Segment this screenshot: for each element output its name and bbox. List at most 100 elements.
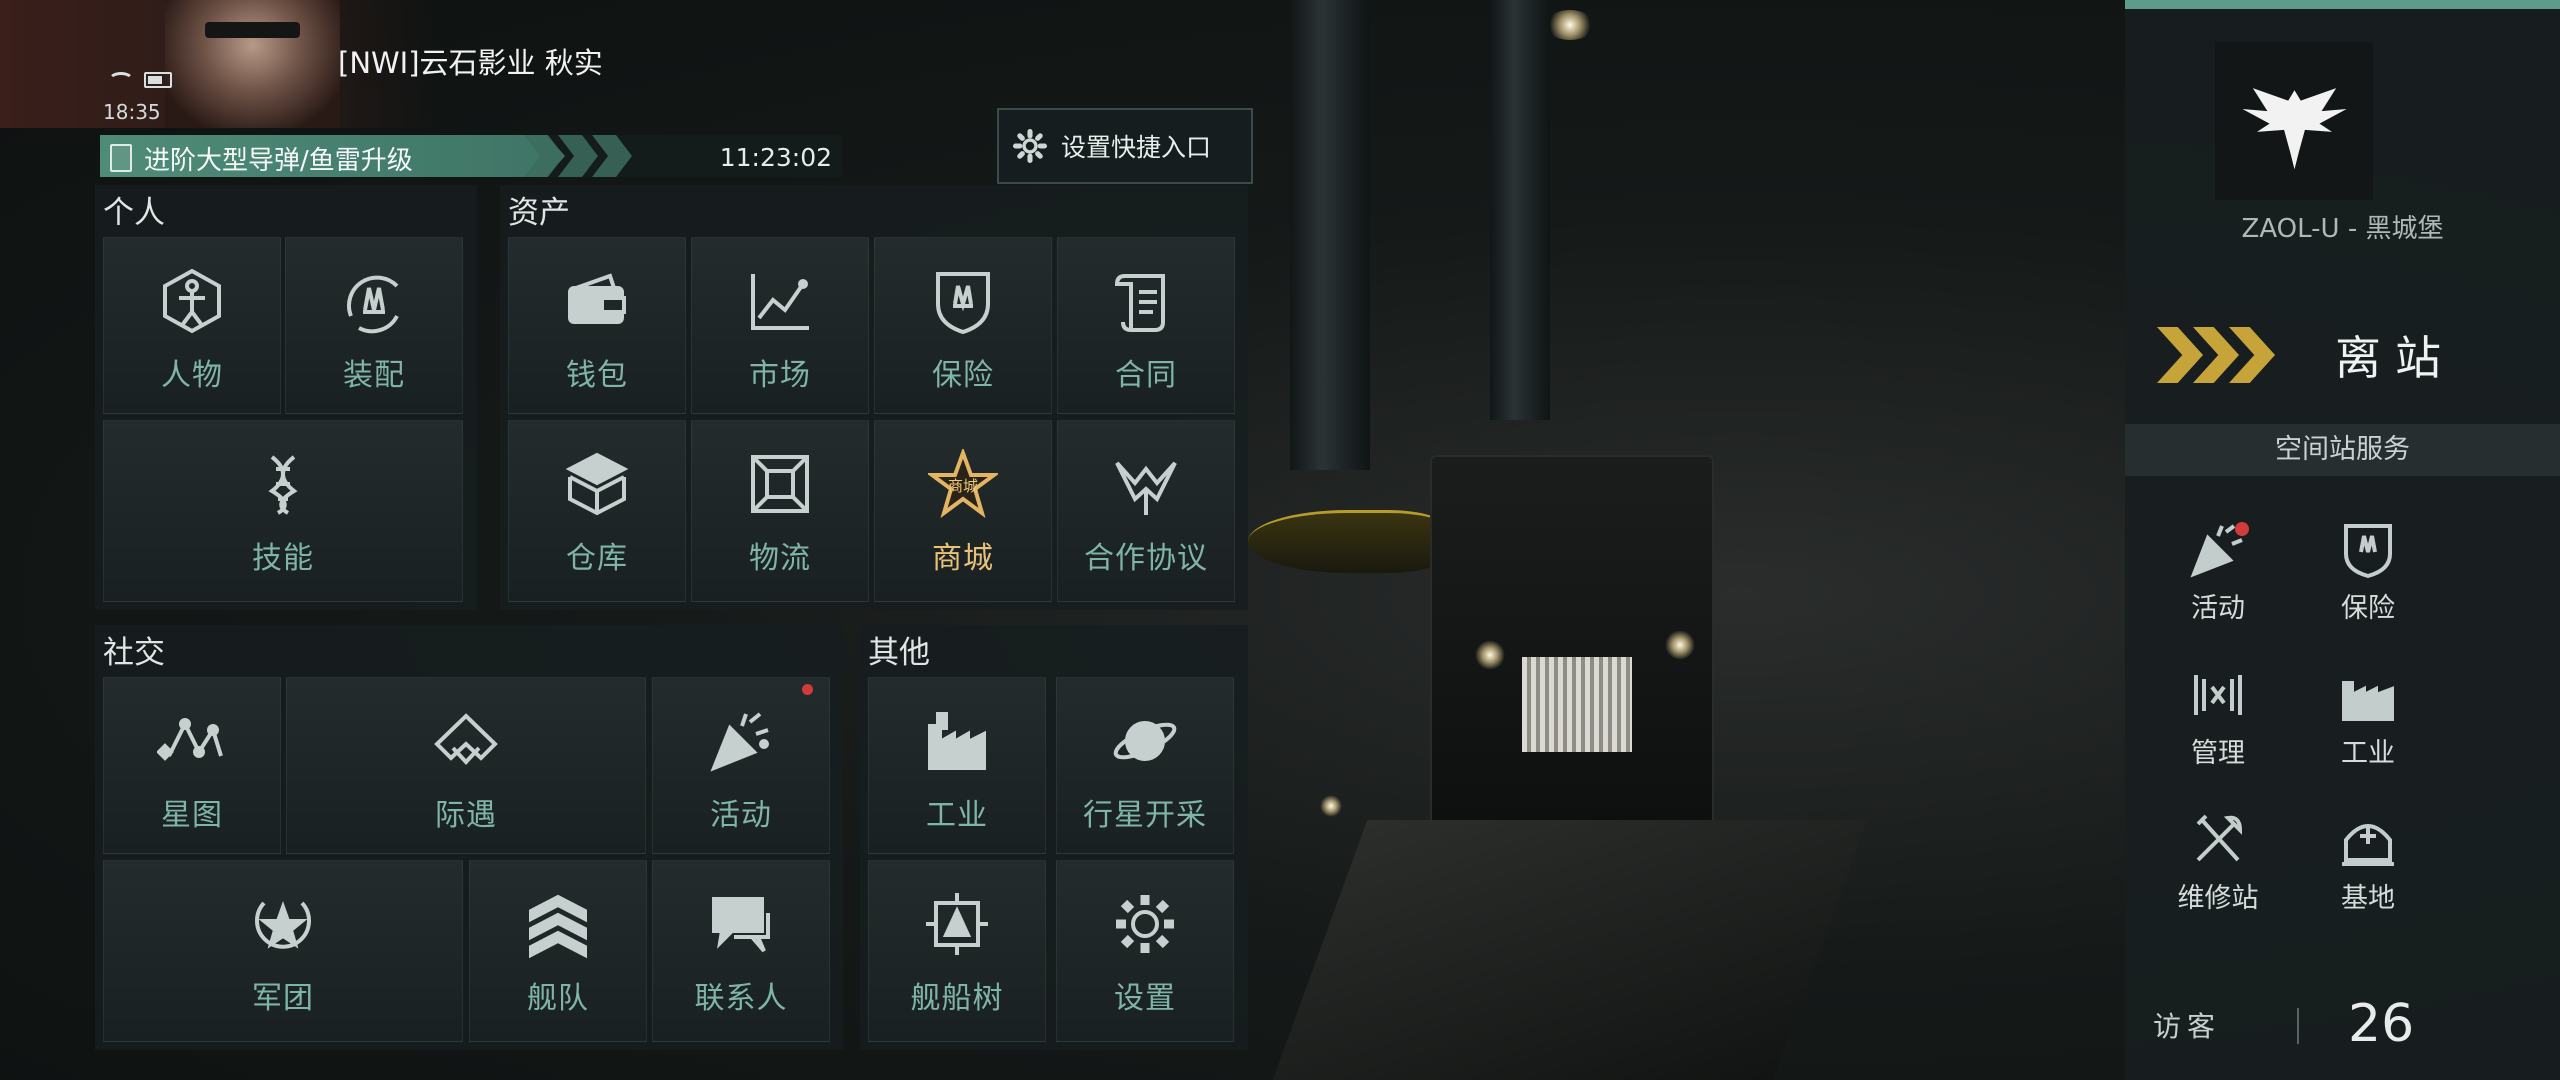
tile-label: 星图 bbox=[161, 798, 223, 833]
social-title: 社交 bbox=[103, 635, 165, 671]
status-icons bbox=[108, 72, 172, 89]
fleet-chevrons-icon bbox=[529, 894, 587, 959]
undock-button[interactable]: 离站 bbox=[2125, 300, 2560, 410]
service-insurance[interactable]: 保险 bbox=[2293, 520, 2443, 625]
corporation-logo[interactable] bbox=[2215, 42, 2373, 200]
quest-title: 进阶大型导弹/鱼雷升级 bbox=[144, 146, 413, 176]
hangar-pillar bbox=[1490, 0, 1550, 420]
personal-panel: 个人 人物 装配 技能 bbox=[95, 185, 477, 610]
assets-title: 资产 bbox=[508, 195, 570, 231]
management-icon bbox=[2194, 675, 2242, 715]
tile-label: 设置 bbox=[1114, 981, 1176, 1016]
tile-label: 工业 bbox=[926, 798, 988, 833]
tile-label: 联系人 bbox=[694, 981, 788, 1016]
tile-planetary[interactable]: 行星开采 bbox=[1056, 677, 1234, 854]
player-name[interactable]: [NWI]云石影业 秋实 bbox=[338, 40, 603, 82]
tile-character[interactable]: 人物 bbox=[103, 237, 281, 414]
tile-insurance[interactable]: 保险 bbox=[874, 237, 1052, 414]
service-management[interactable]: 管理 bbox=[2143, 665, 2293, 770]
tile-skills[interactable]: 技能 bbox=[103, 420, 463, 602]
tile-corporation[interactable]: 军团 bbox=[103, 860, 463, 1042]
tile-settings[interactable]: 设置 bbox=[1056, 860, 1234, 1042]
tile-encounters[interactable]: 际遇 bbox=[286, 677, 646, 854]
visitor-count: 26 bbox=[2348, 994, 2415, 1054]
service-industry[interactable]: 工业 bbox=[2293, 665, 2443, 770]
tile-fleet[interactable]: 舰队 bbox=[469, 860, 647, 1042]
gear-icon bbox=[1013, 129, 1047, 163]
undock-label: 离站 bbox=[2335, 331, 2455, 385]
tile-wallet[interactable]: 钱包 bbox=[508, 237, 686, 414]
hangar-light bbox=[1545, 10, 1595, 40]
tile-store[interactable]: 商城 商城 bbox=[874, 420, 1052, 602]
tile-label: 装配 bbox=[343, 358, 405, 393]
hangar-light bbox=[1665, 630, 1695, 660]
tile-market[interactable]: 市场 bbox=[691, 237, 869, 414]
tile-cooperation[interactable]: 合作协议 bbox=[1057, 420, 1235, 602]
tile-contracts[interactable]: 合同 bbox=[1057, 237, 1235, 414]
hangar-light bbox=[1320, 795, 1342, 817]
quest-tracker[interactable]: 进阶大型导弹/鱼雷升级 11:23:02 bbox=[100, 135, 842, 177]
document-icon bbox=[110, 144, 132, 172]
tile-industry[interactable]: 工业 bbox=[868, 677, 1046, 854]
tile-label: 保险 bbox=[932, 358, 994, 393]
service-events[interactable]: 活动 bbox=[2143, 520, 2293, 625]
other-title: 其他 bbox=[868, 635, 930, 671]
tile-label: 人物 bbox=[161, 358, 223, 393]
station-name: ZAOL-U - 黑城堡 bbox=[2241, 214, 2444, 244]
tile-label: 钱包 bbox=[566, 358, 628, 393]
station-window bbox=[1522, 657, 1632, 752]
insurance-shield-icon bbox=[2344, 524, 2392, 579]
divider bbox=[2297, 1008, 2299, 1044]
avatar-glasses bbox=[205, 22, 300, 38]
service-base[interactable]: 基地 bbox=[2293, 810, 2443, 915]
eagle-emblem-icon bbox=[2241, 87, 2347, 169]
inventory-box-icon bbox=[565, 452, 629, 516]
fitting-icon bbox=[347, 275, 399, 334]
notification-dot bbox=[802, 684, 813, 695]
factory-icon bbox=[928, 712, 986, 770]
starmap-icon bbox=[157, 718, 223, 761]
character-icon bbox=[163, 268, 221, 334]
service-label: 保险 bbox=[2341, 593, 2395, 624]
tile-logistics[interactable]: 物流 bbox=[691, 420, 869, 602]
service-label: 管理 bbox=[2191, 738, 2245, 769]
tile-events[interactable]: 活动 bbox=[652, 677, 830, 854]
cooperation-wings-icon bbox=[1115, 461, 1177, 515]
sidebar-accent bbox=[2125, 0, 2560, 9]
market-chart-icon bbox=[751, 274, 809, 330]
insurance-shield-icon bbox=[936, 272, 990, 335]
quest-chevrons bbox=[524, 135, 660, 177]
other-panel: 其他 工业 行星开采 舰船树 设置 bbox=[860, 625, 1248, 1050]
chat-bubbles-icon bbox=[712, 897, 770, 953]
personal-title: 个人 bbox=[103, 195, 165, 231]
visitor-label: 访客 bbox=[2153, 1010, 2222, 1043]
tile-label: 技能 bbox=[252, 541, 314, 576]
hangar-light bbox=[1475, 640, 1505, 670]
skills-icon bbox=[268, 455, 298, 515]
base-dome-icon bbox=[2342, 824, 2394, 866]
tile-label: 军团 bbox=[252, 981, 314, 1016]
tile-label: 市场 bbox=[749, 358, 811, 393]
services-header: 空间站服务 bbox=[2125, 424, 2560, 476]
tile-label: 合同 bbox=[1115, 358, 1177, 393]
tile-inventory[interactable]: 仓库 bbox=[508, 420, 686, 602]
service-repair[interactable]: 维修站 bbox=[2143, 810, 2293, 915]
service-label: 工业 bbox=[2341, 738, 2395, 769]
corporation-icon bbox=[255, 901, 311, 949]
encounters-icon bbox=[434, 713, 498, 765]
wrench-screwdriver-icon bbox=[2196, 814, 2243, 862]
player-avatar[interactable] bbox=[165, 0, 340, 128]
notification-dot bbox=[2235, 522, 2249, 536]
service-label: 基地 bbox=[2341, 883, 2395, 914]
tile-contacts[interactable]: 联系人 bbox=[652, 860, 830, 1042]
tile-starmap[interactable]: 星图 bbox=[103, 677, 281, 854]
tile-ship-tree[interactable]: 舰船树 bbox=[868, 860, 1046, 1042]
station-sidebar: ZAOL-U - 黑城堡 离站 空间站服务 活动 保险 管理 工业 维修站 基地… bbox=[2125, 0, 2560, 1080]
tile-label: 商城 bbox=[932, 541, 994, 576]
tile-label: 活动 bbox=[710, 798, 772, 833]
system-clock: 18:35 bbox=[103, 100, 161, 124]
tile-fitting[interactable]: 装配 bbox=[285, 237, 463, 414]
shortcut-settings-button[interactable]: 设置快捷入口 bbox=[997, 108, 1253, 184]
party-popper-icon bbox=[710, 712, 769, 772]
tile-label: 际遇 bbox=[435, 798, 497, 833]
